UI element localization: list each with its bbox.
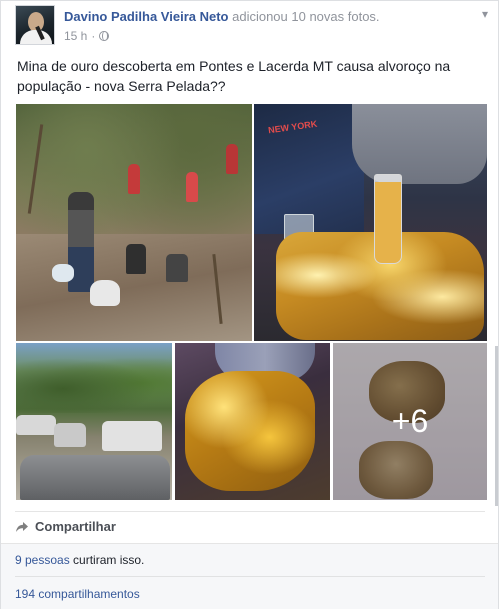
- avatar-shoulder: [20, 30, 52, 44]
- photo-gold-nugget: [185, 371, 315, 491]
- photo-worker: [126, 244, 146, 274]
- photo-bag: [52, 264, 74, 282]
- photo-worker: [128, 164, 140, 194]
- photo-car: [54, 423, 86, 447]
- photo-car: [16, 415, 56, 435]
- photo-car: [102, 421, 162, 451]
- photo-worker: [186, 172, 198, 202]
- photo-pole: [27, 124, 44, 214]
- share-arrow-icon: [15, 520, 29, 534]
- post-time[interactable]: 15 h: [64, 29, 87, 43]
- author-avatar[interactable]: [15, 5, 55, 45]
- shares-count-link[interactable]: 194 compartilhamentos: [15, 587, 140, 601]
- photo-car: [20, 455, 170, 500]
- photo-arm: [352, 104, 487, 184]
- post-card: Davino Padilha Vieira Neto adicionou 10 …: [0, 0, 499, 609]
- more-photos-count[interactable]: +6: [333, 343, 487, 500]
- shirt-text: NEW YORK: [267, 118, 318, 136]
- meta-separator: ·: [91, 29, 96, 43]
- photo-mining-site[interactable]: [16, 104, 252, 341]
- likes-summary: 9 pessoas curtiram isso.: [15, 553, 144, 567]
- post-text: Mina de ouro descoberta em Pontes e Lace…: [17, 58, 451, 94]
- divider: [15, 511, 485, 512]
- divider: [15, 576, 485, 577]
- photo-trees: [16, 353, 172, 413]
- post-action-text: adicionou 10 novas fotos.: [232, 9, 380, 24]
- photo-worker: [166, 254, 188, 282]
- photo-beer-glass: [374, 174, 402, 264]
- globe-icon[interactable]: [99, 31, 110, 41]
- likes-suffix: curtiram isso.: [69, 553, 145, 567]
- photo-parked-cars[interactable]: [16, 343, 172, 500]
- author-name[interactable]: Davino Padilha Vieira Neto: [64, 9, 228, 24]
- post-header: Davino Padilha Vieira Neto adicionou 10 …: [64, 9, 380, 24]
- photo-bag: [90, 280, 120, 306]
- likes-people-link[interactable]: 9 pessoas: [15, 553, 70, 567]
- photo-gold-closeup[interactable]: [175, 343, 330, 500]
- share-button[interactable]: Compartilhar: [15, 519, 116, 534]
- photo-gold-beer[interactable]: NEW YORK: [254, 104, 487, 341]
- share-label: Compartilhar: [35, 519, 116, 534]
- scrollbar[interactable]: [495, 346, 498, 506]
- post-meta: 15 h ·: [64, 29, 110, 43]
- chevron-down-icon[interactable]: ▾: [482, 7, 488, 21]
- photo-more-overlay[interactable]: +6: [333, 343, 487, 500]
- photo-worker: [226, 144, 238, 174]
